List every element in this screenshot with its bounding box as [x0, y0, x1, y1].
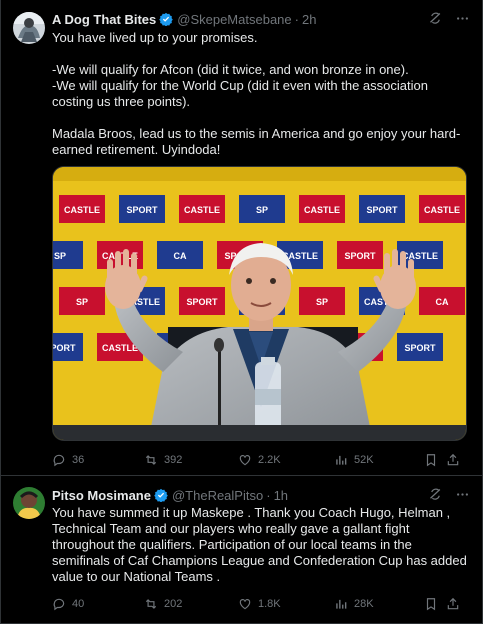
- sponsor-logo-text: CASTLE: [184, 205, 220, 215]
- bookmark-icon: [426, 454, 436, 467]
- like-button[interactable]: 2.2K: [238, 453, 334, 467]
- handle[interactable]: @TheRealPitso: [172, 488, 263, 503]
- views-icon: [336, 599, 347, 609]
- repost-button[interactable]: 202: [144, 597, 238, 611]
- bookmark-icon: [426, 598, 436, 611]
- view-count: 28K: [354, 598, 374, 610]
- tweet-text: You have summed it up Maskepe . Thank yo…: [52, 505, 471, 584]
- bookmark-button[interactable]: [424, 453, 446, 467]
- sponsor-logo-text: SPORT: [53, 343, 76, 353]
- avatar-image: [13, 487, 45, 519]
- like-count: 2.2K: [258, 454, 281, 466]
- reply-count: 36: [72, 454, 85, 466]
- tweet-actions: 40 202 1.8K 28K: [52, 595, 468, 613]
- tweet-header: Pitso Mosimane @TheRealPitso · 1h: [52, 486, 288, 504]
- like-count: 1.8K: [258, 598, 281, 610]
- tweet-a-dog-that-bites[interactable]: A Dog That Bites @SkepeMatsebane · 2h Yo…: [1, 0, 483, 475]
- bookmark-button[interactable]: [424, 597, 446, 611]
- avatar[interactable]: [13, 487, 45, 519]
- grok-icon[interactable]: [428, 487, 443, 502]
- tweet-photo[interactable]: CASTLE SPORT CASTLE SP CASTLE SPORT CASTLE SP CA…: [52, 166, 467, 441]
- views-button[interactable]: 28K: [334, 597, 424, 611]
- sponsor-logo-text: CASTLE: [304, 205, 340, 215]
- repost-icon: [145, 599, 157, 609]
- share-button[interactable]: [446, 453, 466, 467]
- share-icon: [447, 597, 459, 610]
- reply-count: 40: [72, 598, 85, 610]
- reply-icon: [53, 598, 65, 611]
- sponsor-logo-text: SPORT: [126, 205, 158, 215]
- timestamp[interactable]: 2h: [302, 12, 316, 27]
- header-actions: [428, 11, 470, 26]
- views-icon: [336, 455, 347, 465]
- like-icon: [239, 599, 251, 610]
- sponsor-logo-text: SP: [76, 297, 88, 307]
- repost-button[interactable]: 392: [144, 453, 238, 467]
- sponsor-logo-text: SP: [316, 297, 328, 307]
- reply-icon: [53, 454, 65, 467]
- sponsor-logo-text: CASTLE: [402, 251, 438, 261]
- repost-icon: [145, 455, 157, 465]
- timestamp[interactable]: 1h: [274, 488, 288, 503]
- repost-count: 202: [164, 598, 183, 610]
- press-conference-photo: CASTLE SPORT CASTLE SP CASTLE SPORT CASTLE SP CA…: [53, 167, 466, 440]
- views-button[interactable]: 52K: [334, 453, 424, 467]
- share-icon: [447, 453, 459, 466]
- sponsor-logo-text: CA: [174, 251, 187, 261]
- grok-icon[interactable]: [428, 11, 443, 26]
- timeline: A Dog That Bites @SkepeMatsebane · 2h Yo…: [0, 0, 483, 624]
- view-count: 52K: [354, 454, 374, 466]
- sponsor-logo-text: CASTLE: [64, 205, 100, 215]
- sponsor-logo-text: SP: [256, 205, 268, 215]
- sponsor-logo-text: SPORT: [344, 251, 376, 261]
- share-button[interactable]: [446, 597, 466, 611]
- header-actions: [428, 487, 470, 502]
- sponsor-logo-text: SPORT: [366, 205, 398, 215]
- reply-button[interactable]: 36: [52, 453, 144, 467]
- more-icon[interactable]: [455, 11, 470, 26]
- dot-separator: ·: [294, 11, 299, 27]
- sponsor-logo-text: SPORT: [186, 297, 218, 307]
- sponsor-logo-text: SP: [54, 251, 66, 261]
- avatar-image: [13, 12, 45, 44]
- handle[interactable]: @SkepeMatsebane: [177, 12, 291, 27]
- tweet-actions: 36 392 2.2K 52K: [52, 451, 468, 469]
- verified-badge-icon: [154, 488, 168, 502]
- sponsor-logo-text: SPORT: [404, 343, 436, 353]
- tweet-header: A Dog That Bites @SkepeMatsebane · 2h: [52, 10, 316, 28]
- dot-separator: ·: [266, 487, 271, 503]
- like-icon: [239, 455, 251, 466]
- more-icon[interactable]: [455, 487, 470, 502]
- repost-count: 392: [164, 454, 183, 466]
- display-name[interactable]: Pitso Mosimane: [52, 488, 151, 503]
- tweet-pitso-mosimane[interactable]: Pitso Mosimane @TheRealPitso · 1h You ha…: [1, 476, 483, 624]
- like-button[interactable]: 1.8K: [238, 597, 334, 611]
- reply-button[interactable]: 40: [52, 597, 144, 611]
- sponsor-logo-text: CASTLE: [424, 205, 460, 215]
- sponsor-logo-text: CASTLE: [102, 343, 138, 353]
- display-name[interactable]: A Dog That Bites: [52, 12, 156, 27]
- tweet-text: You have lived up to your promises. -We …: [52, 30, 461, 157]
- sponsor-logo-text: CA: [436, 297, 449, 307]
- avatar[interactable]: [13, 12, 45, 44]
- verified-badge-icon: [159, 12, 174, 26]
